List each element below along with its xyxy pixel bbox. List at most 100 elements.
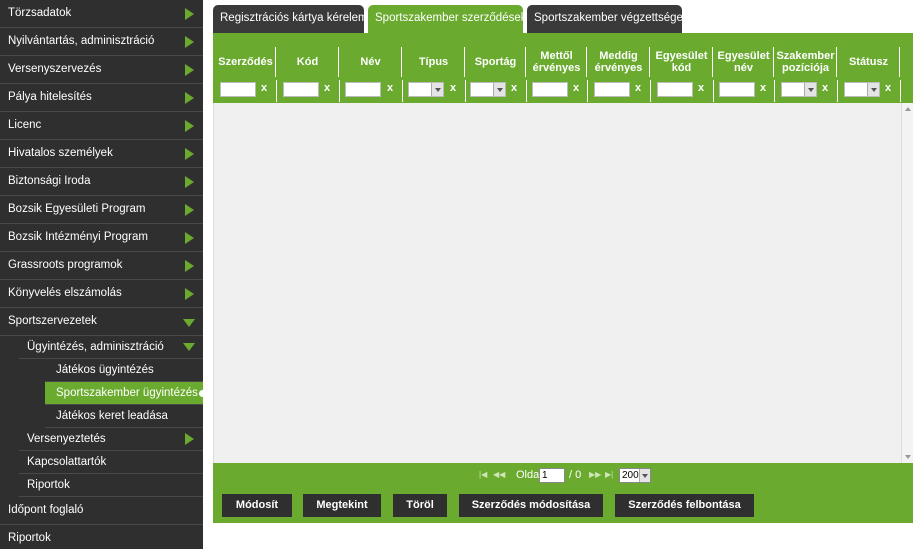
grid-header: Szerződés Kód Név Típus Sportág Mettől ér… — [213, 33, 913, 103]
sidebar-subitem-jatekos-keret[interactable]: Játékos keret leadása — [45, 405, 203, 428]
first-page-icon[interactable]: |◀ — [479, 470, 487, 479]
clear-filter-mettol[interactable]: x — [573, 82, 579, 94]
sidebar-item-label: Nyilvántartás, adminisztráció — [8, 35, 155, 47]
sidebar-subitem-jatekos-ugyintezes[interactable]: Játékos ügyintézés — [45, 359, 203, 382]
sidebar-item-grassroots[interactable]: Grassroots programok — [0, 252, 203, 280]
column-header-kod[interactable]: Kód — [277, 47, 339, 77]
column-header-szerzodes[interactable]: Szerződés — [216, 47, 276, 77]
filter-sportag-select[interactable] — [470, 82, 506, 97]
scroll-up-icon[interactable] — [905, 107, 911, 111]
tab-sportszakember-vegzettsegek[interactable]: Sportszakember végzettségek — [527, 5, 689, 33]
sidebar-item-label: Törzsadatok — [8, 7, 72, 19]
page-total: / 0 — [569, 469, 582, 481]
page-size-value: 200 — [622, 470, 639, 481]
expand-arrow-icon — [185, 433, 194, 445]
clear-filter-tipus[interactable]: x — [450, 82, 456, 94]
last-page-icon[interactable]: ▶| — [605, 470, 613, 479]
sidebar-subitem-kapcsolattartok[interactable]: Kapcsolattartók — [19, 451, 203, 474]
contracts-panel: Szerződés Kód Név Típus Sportág Mettől ér… — [213, 33, 913, 523]
filter-tipus-select[interactable] — [408, 82, 444, 97]
sidebar-item-torzsadatok[interactable]: Törzsadatok — [0, 0, 203, 28]
column-header-label: név — [734, 62, 753, 74]
page-size-select[interactable]: 200 — [619, 468, 651, 483]
filter-statusz-select[interactable] — [844, 82, 880, 97]
modify-button[interactable]: Módosít — [222, 494, 292, 517]
clear-filter-meddig[interactable]: x — [635, 82, 641, 94]
sidebar-subitem-ugyintezes[interactable]: Ügyintézés, adminisztráció — [19, 336, 203, 359]
filter-szerzodes-input[interactable] — [220, 82, 256, 97]
column-header-tipus[interactable]: Típus — [403, 47, 465, 77]
filter-egyesulet-kod-input[interactable] — [657, 82, 693, 97]
expand-arrow-icon — [185, 176, 194, 188]
sidebar-item-biztonsagi[interactable]: Biztonsági Iroda — [0, 168, 203, 196]
column-header-szakember-pozicio[interactable]: Szakember pozíciója — [775, 47, 837, 77]
sidebar-item-label: Sportszervezetek — [8, 315, 97, 327]
clear-filter-szakember-pozicio[interactable]: x — [822, 82, 828, 94]
next-page-icon[interactable]: ▶▶ — [589, 470, 601, 479]
page-number-input[interactable]: 1 — [539, 468, 565, 483]
sidebar-item-riportok[interactable]: Riportok — [0, 525, 203, 549]
prev-page-icon[interactable]: ◀◀ — [493, 470, 505, 479]
sidebar-item-nyilvantartas[interactable]: Nyilvántartás, adminisztráció — [0, 28, 203, 56]
column-header-sportag[interactable]: Sportág — [466, 47, 526, 77]
column-header-label: pozíciója — [781, 62, 830, 74]
tab-sportszakember-szerzodesek[interactable]: Sportszakember szerződések — [368, 5, 527, 33]
sidebar-item-bozsik-egyesuleti[interactable]: Bozsik Egyesületi Program — [0, 196, 203, 224]
sidebar-item-label: Biztonsági Iroda — [8, 175, 91, 187]
vertical-scrollbar[interactable] — [901, 103, 913, 463]
tab-regisztracios-kartya[interactable]: Regisztrációs kártya kérelem — [213, 5, 368, 33]
sidebar-item-hivatalos[interactable]: Hivatalos személyek — [0, 140, 203, 168]
filter-row: x x x x x x x x x x x — [213, 80, 913, 102]
sidebar-item-label: Riportok — [27, 479, 70, 491]
delete-button[interactable]: Töröl — [393, 494, 447, 517]
contract-modify-button[interactable]: Szerződés módosítása — [459, 494, 603, 517]
sidebar-subitem-sportszakember-ugyintezes[interactable]: Sportszakember ügyintézés — [45, 382, 206, 405]
column-header-statusz[interactable]: Státusz — [838, 47, 900, 77]
sidebar-item-bozsik-intezmenyi[interactable]: Bozsik Intézményi Program — [0, 224, 203, 252]
expand-arrow-icon — [185, 288, 194, 300]
view-button[interactable]: Megtekint — [303, 494, 381, 517]
expand-arrow-icon — [185, 36, 194, 48]
filter-meddig-input[interactable] — [594, 82, 630, 97]
column-header-label: Mettől — [540, 50, 573, 62]
clear-filter-szerzodes[interactable]: x — [261, 82, 267, 94]
collapse-arrow-icon — [183, 343, 195, 351]
filter-szakember-pozicio-select[interactable] — [781, 82, 817, 97]
sidebar-item-palya[interactable]: Pálya hitelesítés — [0, 84, 203, 112]
column-header-meddig[interactable]: Meddig érvényes — [588, 47, 650, 77]
column-header-egyesulet-nev[interactable]: Egyesület név — [714, 47, 774, 77]
sidebar-item-idopont[interactable]: Időpont foglaló — [0, 497, 203, 525]
chevron-down-icon — [804, 83, 816, 96]
sidebar-item-licenc[interactable]: Licenc — [0, 112, 203, 140]
expand-arrow-icon — [185, 232, 194, 244]
sidebar-item-label: Kapcsolattartók — [27, 456, 107, 468]
filter-egyesulet-nev-input[interactable] — [719, 82, 755, 97]
column-header-mettol[interactable]: Mettől érvényes — [527, 47, 587, 77]
sidebar-subitem-riportok[interactable]: Riportok — [19, 474, 203, 497]
column-header-egyesulet-kod[interactable]: Egyesület kód — [651, 47, 713, 77]
column-header-label: Meddig — [599, 50, 638, 62]
chevron-down-icon — [431, 83, 443, 96]
clear-filter-statusz[interactable]: x — [885, 82, 891, 94]
tab-label: Sportszakember szerződések — [375, 12, 527, 24]
contract-terminate-button[interactable]: Szerződés felbontása — [615, 494, 754, 517]
sidebar-item-label: Hivatalos személyek — [8, 147, 113, 159]
column-header-label: Sportág — [474, 56, 517, 68]
clear-filter-sportag[interactable]: x — [511, 82, 517, 94]
grid-body[interactable] — [213, 103, 901, 463]
clear-filter-egyesulet-nev[interactable]: x — [760, 82, 766, 94]
app-root: Törzsadatok Nyilvántartás, adminisztráci… — [0, 0, 913, 549]
sidebar-item-sportszervezetek[interactable]: Sportszervezetek — [0, 308, 203, 336]
clear-filter-nev[interactable]: x — [387, 82, 393, 94]
filter-nev-input[interactable] — [345, 82, 381, 97]
page-label: Oldal — [516, 469, 542, 481]
column-header-nev[interactable]: Név — [340, 47, 402, 77]
clear-filter-kod[interactable]: x — [324, 82, 330, 94]
sidebar-item-konyveles[interactable]: Könyvelés elszámolás — [0, 280, 203, 308]
clear-filter-egyesulet-kod[interactable]: x — [698, 82, 704, 94]
filter-mettol-input[interactable] — [532, 82, 568, 97]
sidebar-item-versenyszervezes[interactable]: Versenyszervezés — [0, 56, 203, 84]
filter-kod-input[interactable] — [283, 82, 319, 97]
scroll-down-icon[interactable] — [905, 455, 911, 459]
sidebar-subitem-versenyeztetes[interactable]: Versenyeztetés — [19, 428, 203, 451]
